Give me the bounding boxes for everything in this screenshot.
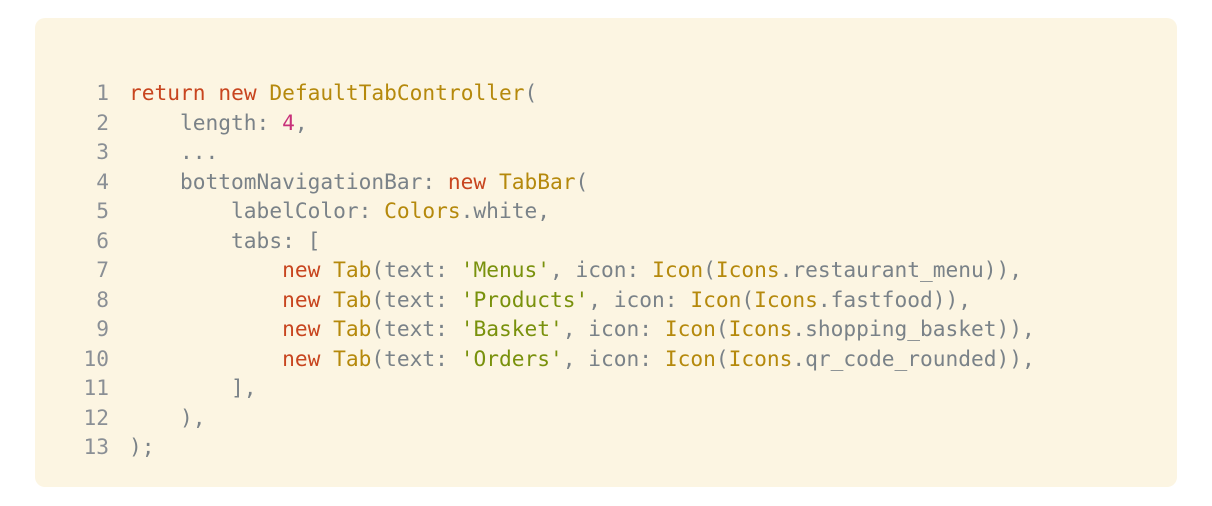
code-token: 'Orders' [460, 345, 563, 371]
code-text: new Tab(text: 'Products', icon: Icon(Ico… [129, 285, 971, 315]
code-text: ), [129, 403, 206, 433]
code-token: Icon [664, 316, 716, 341]
code-token: ], [129, 375, 257, 400]
code-token: new [282, 286, 321, 312]
code-token: ( [575, 168, 589, 194]
code-text: new Tab(text: 'Menus', icon: Icon(Icons.… [129, 255, 1022, 285]
code-token: TabBar [498, 168, 576, 194]
code-text: ], [129, 373, 257, 403]
line-number: 5 [96, 198, 109, 223]
code-token: ... [129, 139, 219, 164]
code-token: 'Products' [460, 286, 589, 312]
line-number: 4 [96, 168, 109, 194]
code-token: (text: [371, 316, 461, 341]
line-number: 3 [96, 139, 109, 164]
code-token: ); [129, 434, 155, 459]
line-number: 2 [96, 109, 109, 135]
code-token: new [218, 80, 257, 105]
code-token: ( [715, 316, 729, 341]
code-token: new [282, 257, 321, 282]
code-token: Icons [728, 345, 793, 371]
code-token: Tab [333, 286, 372, 312]
code-token: ( [741, 286, 755, 312]
code-token: return [129, 80, 206, 105]
code-token: (text: [371, 345, 461, 371]
code-token: ( [524, 80, 538, 105]
line-number: 13 [83, 434, 109, 459]
code-token: (text: [371, 257, 461, 282]
code-text: bottomNavigationBar: new TabBar( [129, 167, 588, 197]
code-token: 4 [282, 109, 295, 135]
code-token: .fastfood)), [817, 286, 971, 312]
code-token: .qr_code_rounded)), [792, 345, 1035, 371]
code-token: new [282, 345, 321, 371]
code-token: , icon: [550, 257, 653, 282]
code-token: Tab [333, 257, 372, 282]
code-token: DefaultTabController [269, 80, 525, 105]
code-token: Icons [715, 257, 780, 282]
line-number: 1 [96, 80, 109, 105]
code-token: Tab [333, 345, 372, 371]
line-number: 7 [96, 257, 109, 282]
code-token: Tab [333, 316, 372, 341]
code-token: Colors [384, 198, 461, 223]
line-number: 10 [83, 345, 109, 371]
code-token: ( [703, 257, 716, 282]
code-token: 'Menus' [460, 257, 550, 282]
code-text: new Tab(text: 'Basket', icon: Icon(Icons… [129, 314, 1035, 344]
code-token: .white, [460, 198, 550, 223]
code-token: .shopping_basket)), [792, 316, 1035, 341]
code-token: ), [129, 404, 206, 430]
code-token: (text: [371, 286, 461, 312]
line-number: 11 [83, 375, 109, 400]
code-text: labelColor: Colors.white, [129, 196, 550, 226]
code-token: Icons [754, 286, 818, 312]
code-block: 1 return new DefaultTabController(2 lengt… [35, 18, 1177, 487]
code-token: tabs: [ [129, 227, 321, 253]
code-text: return new DefaultTabController( [129, 78, 537, 108]
code-text: tabs: [ [129, 226, 320, 256]
code-token: new [282, 316, 321, 341]
code-text: new Tab(text: 'Orders', icon: Icon(Icons… [129, 344, 1035, 374]
code-token: Icons [728, 316, 793, 341]
code-token: ( [715, 345, 729, 371]
code-text: ... [129, 137, 218, 167]
code-token: bottomNavigationBar: [129, 168, 448, 194]
code-token: , [294, 109, 308, 135]
code-text: ); [129, 432, 155, 462]
code-token: , icon: [588, 286, 691, 312]
code-text: length: 4, [129, 108, 308, 138]
code-token: new [447, 168, 487, 194]
code-token: 'Basket' [460, 316, 563, 341]
code-token: labelColor: [129, 198, 385, 223]
code-token: Icon [652, 257, 704, 282]
line-number: 12 [83, 404, 109, 430]
code-token: .restaurant_menu)), [779, 257, 1023, 282]
code-token: Icon [664, 345, 716, 371]
code-token: Icon [690, 286, 742, 312]
line-number: 8 [96, 286, 109, 312]
code-token: length: [129, 109, 283, 135]
code-token: , icon: [562, 345, 665, 371]
code-token: , icon: [562, 316, 665, 341]
line-number: 9 [96, 316, 109, 341]
line-number: 6 [96, 227, 109, 253]
